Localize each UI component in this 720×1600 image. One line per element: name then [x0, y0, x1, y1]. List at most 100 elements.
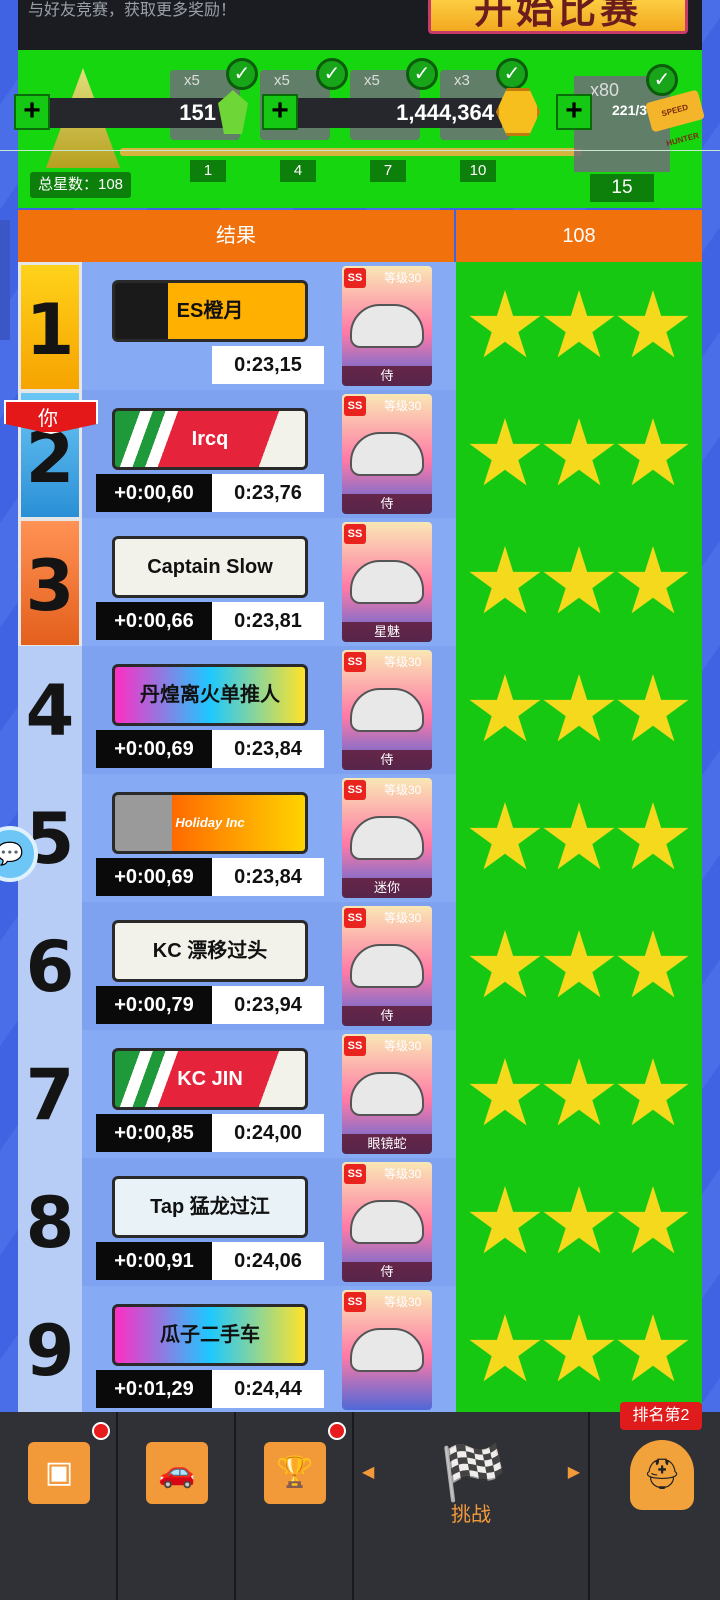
star-icon: [617, 802, 689, 870]
chevron-left-icon[interactable]: ◀: [362, 1462, 374, 1482]
car-card[interactable]: SS 星魅: [342, 522, 432, 642]
check-icon: ✓: [406, 58, 438, 90]
row-body: KC JIN +0:00,85 0:24,00 SS 等级30 眼镜蛇: [82, 1030, 456, 1158]
race-time: 0:23,84: [212, 858, 324, 896]
rank-number: 3: [18, 518, 82, 648]
star-icon: [543, 930, 615, 998]
car-card[interactable]: SS 等级30 侍: [342, 650, 432, 770]
reward-qty: x3: [454, 72, 470, 89]
race-time: 0:23,76: [212, 474, 324, 512]
star-icon: [543, 1058, 615, 1126]
nav-events[interactable]: 🏆: [236, 1412, 354, 1600]
class-badge-icon: SS: [344, 268, 366, 288]
start-race-button[interactable]: 开始比赛: [428, 0, 688, 34]
time-delta: +0:01,29: [96, 1370, 212, 1408]
add-gems-button[interactable]: +: [14, 94, 50, 130]
class-badge-icon: SS: [344, 652, 366, 672]
rank-number: 1: [18, 262, 82, 392]
garage-car-icon: 🚗: [146, 1442, 208, 1504]
milestone-label: 7: [370, 160, 406, 182]
license-plate: KC 漂移过头: [112, 920, 308, 982]
car-icon: [350, 944, 424, 988]
star-icon: [469, 674, 541, 742]
shop-icon: ▣: [28, 1442, 90, 1504]
license-plate: Ircq: [112, 408, 308, 470]
car-card[interactable]: SS 等级30 侍: [342, 266, 432, 386]
leaderboard-row[interactable]: 3 Captain Slow +0:00,66 0:23,81 SS 星魅: [18, 518, 456, 648]
race-time: 0:24,00: [212, 1114, 324, 1152]
coin-icon: [496, 88, 540, 136]
time-delta: +0:00,85: [96, 1114, 212, 1152]
divider: [0, 150, 720, 151]
star-rating: [468, 418, 698, 518]
car-icon: [350, 1200, 424, 1244]
car-level: 等级30: [384, 271, 422, 285]
race-time: 0:23,84: [212, 730, 324, 768]
add-tickets-button[interactable]: +: [556, 94, 592, 130]
chevron-right-icon[interactable]: ▶: [568, 1462, 580, 1482]
rank-number: 8: [18, 1158, 82, 1288]
license-plate: Holiday Inc: [112, 792, 308, 854]
helmet-icon[interactable]: ⛑: [630, 1440, 694, 1510]
total-stars-label: 总星数：108: [30, 172, 132, 198]
leaderboard: 1 ES橙月 0:23,15 SS 等级30 侍 2 Ircq +0:00,60…: [18, 262, 702, 1416]
car-name: 星魅: [342, 622, 432, 642]
star-icon: [543, 418, 615, 486]
car-card[interactable]: SS 等级30 眼镜蛇: [342, 1034, 432, 1154]
total-score: 108: [456, 210, 702, 262]
nav-challenge[interactable]: ◀ 🏁 挑战 ▶: [354, 1412, 590, 1600]
leaderboard-row[interactable]: 9 瓜子二手车 +0:01,29 0:24,44 SS 等级30: [18, 1286, 456, 1416]
star-rating: [468, 546, 698, 646]
leaderboard-row[interactable]: 6 KC 漂移过头 +0:00,79 0:23,94 SS 等级30 侍: [18, 902, 456, 1032]
nav-shop[interactable]: ▣: [0, 1412, 118, 1600]
trophy-icon: 🏆: [264, 1442, 326, 1504]
star-rating: [468, 802, 698, 902]
check-icon: ✓: [316, 58, 348, 90]
results-title: 结果: [18, 210, 454, 262]
car-name: 迷你: [342, 878, 432, 898]
time-delta: +0:00,69: [96, 730, 212, 768]
row-body: KC 漂移过头 +0:00,79 0:23,94 SS 等级30 侍: [82, 902, 456, 1030]
license-plate: Tap 猛龙过江: [112, 1176, 308, 1238]
license-plate: KC JIN: [112, 1048, 308, 1110]
challenge-label: 挑战: [451, 1504, 491, 1526]
car-card[interactable]: SS 等级30 迷你: [342, 778, 432, 898]
notification-dot: [92, 1422, 110, 1440]
car-icon: [350, 688, 424, 732]
side-tab[interactable]: [0, 220, 10, 340]
race-time: 0:24,06: [212, 1242, 324, 1280]
star-icon: [469, 1314, 541, 1382]
car-card[interactable]: SS 等级30 侍: [342, 1162, 432, 1282]
check-icon: ✓: [646, 64, 678, 96]
leaderboard-row[interactable]: 5 Holiday Inc +0:00,69 0:23,84 SS 等级30 迷…: [18, 774, 456, 904]
class-badge-icon: SS: [344, 1036, 366, 1056]
row-body: 瓜子二手车 +0:01,29 0:24,44 SS 等级30: [82, 1286, 456, 1414]
leaderboard-row[interactable]: 8 Tap 猛龙过江 +0:00,91 0:24,06 SS 等级30 侍: [18, 1158, 456, 1288]
milestone-label: 4: [280, 160, 316, 182]
car-name: 眼镜蛇: [342, 1134, 432, 1154]
rank-number: 4: [18, 646, 82, 776]
car-card[interactable]: SS 等级30 侍: [342, 906, 432, 1026]
leaderboard-row[interactable]: 1 ES橙月 0:23,15 SS 等级30 侍: [18, 262, 456, 392]
car-card[interactable]: SS 等级30 侍: [342, 394, 432, 514]
leaderboard-row[interactable]: 4 丹煌离火单推人 +0:00,69 0:23,84 SS 等级30 侍: [18, 646, 456, 776]
ticket-icon: SPEED HUNTER: [645, 89, 705, 148]
checkered-flags-icon: 🏁: [440, 1443, 508, 1503]
class-badge-icon: SS: [344, 908, 366, 928]
nav-garage[interactable]: 🚗: [118, 1412, 236, 1600]
time-delta: +0:00,79: [96, 986, 212, 1024]
star-rating: [468, 1186, 698, 1286]
star-icon: [543, 802, 615, 870]
license-plate: 瓜子二手车: [112, 1304, 308, 1366]
currency-bar: + 151 + 1,444,364 + 221/3 SPEED HUNTER: [0, 88, 720, 148]
car-icon: [350, 1328, 424, 1372]
add-coins-button[interactable]: +: [262, 94, 298, 130]
leaderboard-row[interactable]: 7 KC JIN +0:00,85 0:24,00 SS 等级30 眼镜蛇: [18, 1030, 456, 1160]
banner-text: 与好友竞赛，获取更多奖励！: [28, 2, 237, 19]
rank-badge: 排名第2: [620, 1402, 702, 1430]
rank-number: 6: [18, 902, 82, 1032]
car-card[interactable]: SS 等级30: [342, 1290, 432, 1410]
car-icon: [350, 304, 424, 348]
gem-count: 151: [50, 98, 224, 128]
star-icon: [617, 546, 689, 614]
